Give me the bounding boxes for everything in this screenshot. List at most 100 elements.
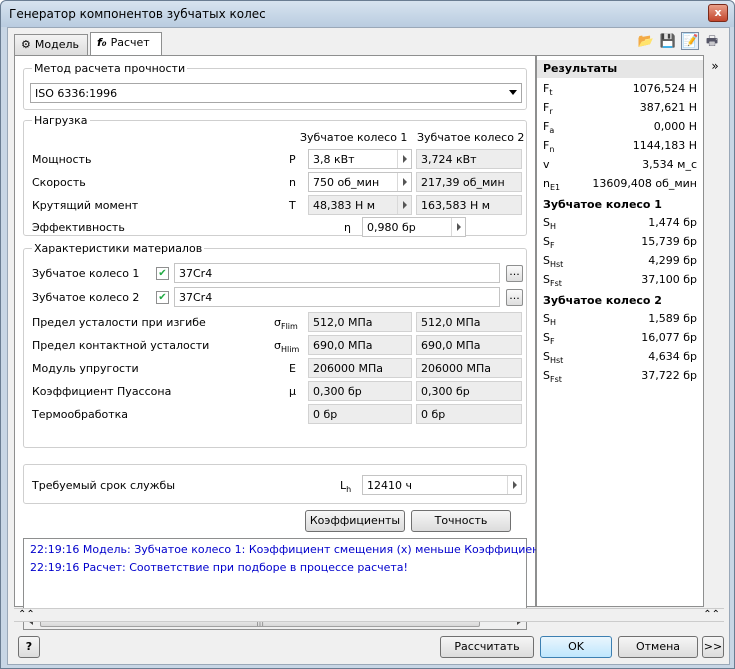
sigma-symbol: σ [274,316,281,329]
window-title: Генератор компонентов зубчатых колес [9,7,266,21]
h-subscript: h [346,485,352,495]
result-row: SH 1,474 бр [537,214,703,233]
expand-down-left-icon[interactable]: ⌃⌃ [18,609,35,621]
poisson-gear2-field: 0,300 бр [416,381,522,401]
service-life-value: 12410 ч [367,479,412,492]
log-line: 22:19:16 Модель: Зубчатое колесо 1: Коэф… [30,543,609,556]
result-subscript: Hst [549,260,564,270]
result-value: 3,534 м_с [642,158,697,171]
result-row: SH 1,589 бр [537,310,703,329]
gear1-material-checkbox[interactable]: ✔ [156,267,169,280]
spin-arrow-icon[interactable] [507,476,521,494]
ok-button[interactable]: OK [540,636,612,658]
print-icon[interactable]: 🖶 [703,33,721,51]
efficiency-input[interactable]: 0,980 бр [362,217,466,237]
spin-arrow-icon[interactable] [451,218,465,236]
help-button[interactable]: ? [18,636,40,658]
result-subscript: r [549,107,553,117]
result-symbol: S [543,369,550,382]
expand-down-right-icon[interactable]: ⌃⌃ [703,609,720,621]
result-value: 1,589 бр [648,312,697,325]
folder-open-icon[interactable]: 📂 [637,33,655,51]
expand-bar[interactable]: ⌃⌃ ⌃⌃ [14,608,724,622]
result-subscript: F [549,337,555,347]
result-symbol: S [543,273,550,286]
service-life-input[interactable]: 12410 ч [362,475,522,495]
elastic-modulus-gear2-field: 206000 МПа [416,358,522,378]
result-symbol: S [543,254,550,267]
efficiency-value: 0,980 бр [367,221,416,234]
result-subscript: Hst [549,356,564,366]
contact-fatigue-symbol: σHlim [274,339,299,354]
service-life-label: Требуемый срок службы [32,479,176,492]
torque-symbol: T [289,199,296,212]
torque-gear2-value: 163,583 Н м [421,199,491,212]
efficiency-symbol: η [344,221,351,234]
result-row: Ft 1076,524 Н [537,80,703,99]
efficiency-label: Эффективность [32,221,125,234]
torque-gear1-value: 48,383 Н м [313,199,376,212]
contact-fatigue-gear2-field: 690,0 МПа [416,335,522,355]
gear1-material-value: 37Cr4 [179,267,213,280]
col-gear2-header: Зубчатое колесо 2 [417,131,525,144]
speed-gear1-input[interactable]: 750 об_мин [308,172,412,192]
power-gear1-input[interactable]: 3,8 кВт [308,149,412,169]
tab-calculation-label: Расчет [110,36,150,49]
accuracy-button[interactable]: Точность [411,510,511,532]
result-symbol: S [543,312,550,325]
strength-method-value: ISO 6336:1996 [35,87,118,100]
tab-model-label: Модель [34,38,79,51]
speed-gear2-value: 217,39 об_мин [421,176,505,189]
service-life-group: Требуемый срок службы Lh 12410 ч [23,464,527,504]
gear2-material-input[interactable]: 37Cr4 [174,287,500,307]
result-value: 1,474 бр [648,216,697,229]
poisson-gear1-field: 0,300 бр [308,381,412,401]
result-row: Fn 1144,183 Н [537,137,703,156]
tab-model[interactable]: ⚙ Модель [14,34,88,56]
service-life-symbol: Lh [340,479,351,494]
heat-treatment-label: Термообработка [32,408,129,421]
result-value: 37,100 бр [641,273,697,286]
result-value: 387,621 Н [639,101,697,114]
gear1-material-browse-button[interactable]: ... [506,265,523,282]
dialog-client: ⚙ Модель f₀ Расчет 📂 💾 📝 🖶 Метод расчета проч… [7,27,730,665]
gear1-material-input[interactable]: 37Cr4 [174,263,500,283]
speed-symbol: n [289,176,296,189]
gear1-material-label: Зубчатое колесо 1 [32,267,140,280]
result-value: 4,299 бр [648,254,697,267]
spin-arrow-icon[interactable] [397,150,411,168]
contact-fatigue-gear2-value: 690,0 МПа [421,339,481,352]
more-button[interactable]: >> [702,636,724,658]
flim-subscript: Flim [280,322,298,332]
strength-method-group: Метод расчета прочности ISO 6336:1996 [23,62,527,110]
gear-generator-window: Генератор компонентов зубчатых колес x ⚙… [0,0,735,669]
result-row: Fr 387,621 Н [537,99,703,118]
gear2-material-browse-button[interactable]: ... [506,289,523,306]
coefficients-button[interactable]: Коэффициенты [305,510,405,532]
torque-label: Крутящий момент [32,199,139,212]
spin-arrow-icon[interactable] [397,196,411,214]
strength-method-select[interactable]: ISO 6336:1996 [30,83,522,103]
poisson-gear1-value: 0,300 бр [313,385,362,398]
elastic-modulus-gear1-field: 206000 МПа [308,358,412,378]
poisson-symbol: μ [289,385,296,398]
gear2-material-checkbox[interactable]: ✔ [156,291,169,304]
poisson-label: Коэффициент Пуассона [32,385,172,398]
calculate-button[interactable]: Рассчитать [440,636,534,658]
result-symbol: S [543,235,550,248]
contact-fatigue-gear1-value: 690,0 МПа [313,339,373,352]
result-symbol: S [543,331,550,344]
result-row: SHst 4,634 бр [537,348,703,367]
cancel-button[interactable]: Отмена [618,636,698,658]
close-button[interactable]: x [708,4,728,22]
power-gear2-field: 3,724 кВт [416,149,522,169]
title-bar[interactable]: Генератор компонентов зубчатых колес x [1,1,734,27]
result-value: 4,634 бр [648,350,697,363]
spin-arrow-icon[interactable] [397,173,411,191]
collapse-results-icon[interactable]: » [706,59,724,73]
save-icon[interactable]: 💾 [659,33,677,51]
result-value: 1076,524 Н [632,82,697,95]
help-note-icon[interactable]: 📝 [681,32,699,50]
tab-calculation[interactable]: f₀ Расчет [90,32,162,57]
poisson-gear2-value: 0,300 бр [421,385,470,398]
